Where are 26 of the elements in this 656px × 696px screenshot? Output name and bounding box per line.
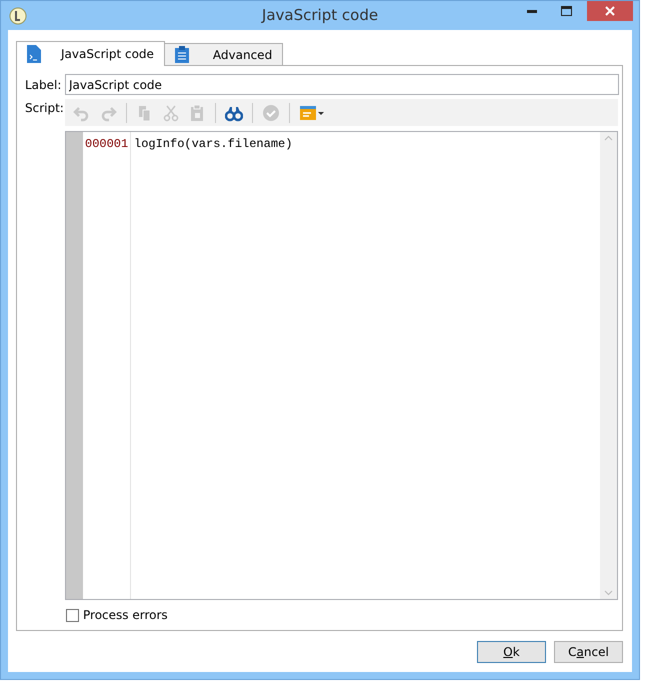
app-icon <box>9 6 27 24</box>
checkbox-label: Process errors <box>83 607 168 624</box>
paste-icon <box>188 104 206 122</box>
check-icon <box>262 104 280 122</box>
insert-icon <box>299 104 325 122</box>
dialog-button[interactable]: Cancel <box>554 641 623 663</box>
window-title: JavaScript code <box>262 5 378 26</box>
field-label: Script: <box>25 100 65 117</box>
scrollbar[interactable] <box>600 132 617 599</box>
line-number: 000001 <box>85 136 130 153</box>
field-label: Label: <box>25 76 62 94</box>
minimize-icon <box>527 10 537 12</box>
checkbox[interactable] <box>66 608 79 622</box>
clipboard-icon <box>174 46 189 63</box>
scroll-up-icon[interactable] <box>604 135 613 141</box>
close-icon <box>605 6 615 16</box>
script-file-icon <box>27 45 41 63</box>
tab[interactable]: JavaScript code <box>16 41 165 66</box>
dialog-button[interactable]: Ok <box>477 641 546 663</box>
code-line: logInfo(vars.filename) <box>134 136 294 153</box>
cut-icon <box>162 104 180 122</box>
close-button[interactable] <box>587 1 633 21</box>
maximize-icon <box>560 6 572 16</box>
code-editor[interactable]: 000001 logInfo(vars.filename) <box>65 131 618 600</box>
tab[interactable]: Advanced <box>164 43 284 65</box>
scroll-down-icon[interactable] <box>604 590 613 596</box>
